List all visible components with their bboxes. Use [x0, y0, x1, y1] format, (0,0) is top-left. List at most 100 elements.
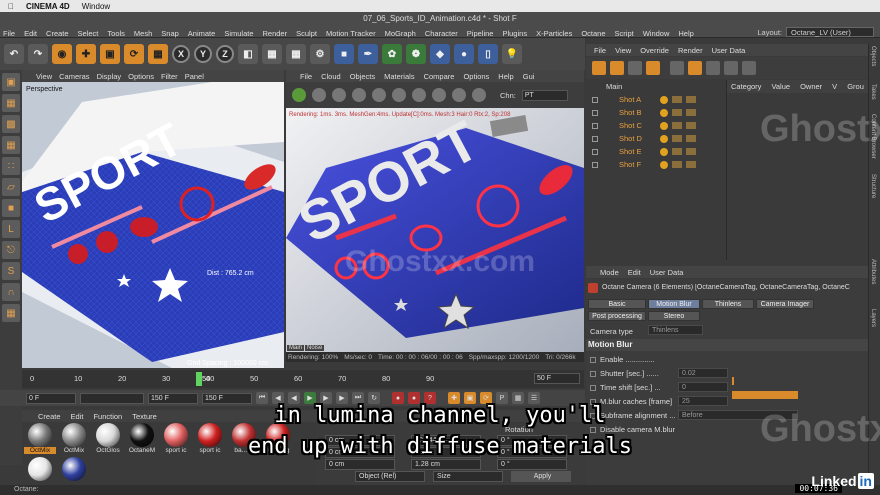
menu-animate[interactable]: Animate: [188, 29, 216, 38]
take-row[interactable]: Shot E: [586, 145, 726, 158]
viewport-menu-display[interactable]: Display: [97, 72, 122, 81]
check-icon[interactable]: [660, 134, 668, 143]
right-tab-structure[interactable]: Structure: [870, 174, 876, 198]
takes-clapper4-icon[interactable]: [742, 61, 756, 75]
range-end-field[interactable]: 150 F: [148, 392, 198, 404]
render-picture-viewer-icon[interactable]: ▦: [286, 44, 306, 64]
timeline[interactable]: 50 F 0 10 20 30 40 50 60 70 80 90 50: [22, 370, 584, 388]
takes-column[interactable]: Owner: [800, 82, 822, 91]
subdivision-icon[interactable]: ✿: [382, 44, 402, 64]
takes-override-icon[interactable]: [628, 61, 642, 75]
attr-tab-basic[interactable]: Basic: [588, 299, 646, 309]
pick-object-icon[interactable]: [472, 88, 486, 102]
scene-icon[interactable]: ●: [454, 44, 474, 64]
restart-icon[interactable]: [312, 88, 326, 102]
camera-tag-icon[interactable]: [672, 121, 682, 129]
menu-help[interactable]: Help: [678, 29, 693, 38]
enable-axis-icon[interactable]: L: [2, 220, 20, 238]
menu-character[interactable]: Character: [425, 29, 458, 38]
camera-icon[interactable]: ▯: [478, 44, 498, 64]
render-tag-icon[interactable]: [686, 121, 696, 129]
apple-icon[interactable]: : [8, 2, 14, 11]
deformer-icon[interactable]: ◆: [430, 44, 450, 64]
move-icon[interactable]: ✚: [76, 44, 96, 64]
coord-field[interactable]: 0 °: [497, 459, 567, 470]
lock-icon[interactable]: [392, 88, 406, 102]
check-icon[interactable]: [660, 108, 668, 117]
live-viewer-menu-compare[interactable]: Compare: [424, 72, 455, 81]
check-icon[interactable]: [660, 95, 668, 104]
grid-icon[interactable]: ▦: [2, 304, 20, 322]
z-axis-icon[interactable]: Z: [216, 45, 234, 63]
right-tab-objects[interactable]: Objects: [870, 46, 876, 66]
end-frame-field[interactable]: 50 F: [534, 373, 580, 384]
pick-material-icon[interactable]: [452, 88, 466, 102]
takes-column[interactable]: V: [832, 82, 837, 91]
channel-dropdown[interactable]: PT: [521, 89, 568, 101]
right-tab-layers[interactable]: Layers: [870, 309, 876, 327]
menu-select[interactable]: Select: [78, 29, 99, 38]
edges-mode-icon[interactable]: ▱: [2, 178, 20, 196]
coord-field[interactable]: 1.28 cm: [411, 459, 481, 470]
tab-main[interactable]: Main: [287, 345, 305, 351]
coord-field[interactable]: 0 cm: [325, 459, 395, 470]
take-row[interactable]: Shot B: [586, 106, 726, 119]
render-tag-icon[interactable]: [686, 108, 696, 116]
live-selection-icon[interactable]: ◉: [52, 44, 72, 64]
take-checkbox[interactable]: [592, 96, 598, 103]
takes-column[interactable]: Category: [731, 82, 761, 91]
take-checkbox[interactable]: [592, 109, 598, 116]
take-checkbox[interactable]: [592, 148, 598, 155]
live-viewer-menu-materials[interactable]: Materials: [384, 72, 414, 81]
texture-mode-icon[interactable]: ▩: [2, 115, 20, 133]
camera-tag-icon[interactable]: [672, 160, 682, 168]
right-tab-attributes[interactable]: Attributes: [870, 259, 876, 284]
menu-script[interactable]: Script: [615, 29, 634, 38]
menu-tools[interactable]: Tools: [107, 29, 125, 38]
camera-tag-icon[interactable]: [672, 134, 682, 142]
object-menu-user-data[interactable]: User Data: [712, 46, 746, 55]
attributes-menu-edit[interactable]: Edit: [628, 268, 641, 277]
redo-icon[interactable]: ↷: [28, 44, 48, 64]
check-icon[interactable]: [660, 147, 668, 156]
menu-edit[interactable]: Edit: [24, 29, 37, 38]
magnet-icon[interactable]: ∩: [2, 283, 20, 301]
live-viewer-menu-gui[interactable]: Gui: [523, 72, 535, 81]
take-row[interactable]: Shot F: [586, 158, 726, 171]
camera-tag-icon[interactable]: [672, 95, 682, 103]
object-menu-render[interactable]: Render: [678, 46, 703, 55]
make-editable-icon[interactable]: ▣: [2, 73, 20, 91]
takes-clapper3-icon[interactable]: [724, 61, 738, 75]
scale-icon[interactable]: ▣: [100, 44, 120, 64]
recent-tool-icon[interactable]: ▦: [148, 44, 168, 64]
pen-icon[interactable]: ✒: [358, 44, 378, 64]
preview-range-slider[interactable]: [80, 392, 144, 404]
render-tag-icon[interactable]: [686, 147, 696, 155]
apply-button[interactable]: Apply: [511, 471, 571, 482]
object-menu-override[interactable]: Override: [640, 46, 669, 55]
attributes-menu-mode[interactable]: Mode: [600, 268, 619, 277]
window-menu[interactable]: Window: [82, 2, 110, 11]
layout-selector[interactable]: Layout: Octane_LV (User): [757, 27, 874, 37]
layout-dropdown[interactable]: Octane_LV (User): [786, 27, 874, 37]
param-value[interactable]: 0.02: [678, 368, 728, 378]
start-frame-field[interactable]: 0 F: [26, 392, 76, 404]
live-viewer-menu-objects[interactable]: Objects: [350, 72, 375, 81]
param-value[interactable]: 0: [678, 382, 728, 392]
render-tag-icon[interactable]: [686, 134, 696, 142]
attr-tab-motion-blur[interactable]: Motion Blur: [648, 299, 700, 309]
model-mode-icon[interactable]: ▦: [2, 94, 20, 112]
live-viewer-menu-options[interactable]: Options: [463, 72, 489, 81]
live-viewer-menu-help[interactable]: Help: [498, 72, 513, 81]
object-menu-view[interactable]: View: [615, 46, 631, 55]
menu-mograph[interactable]: MoGraph: [385, 29, 416, 38]
pause-icon[interactable]: [332, 88, 346, 102]
menu-file[interactable]: File: [3, 29, 15, 38]
takes-new-icon[interactable]: [610, 61, 624, 75]
render-view-icon[interactable]: ▦: [262, 44, 282, 64]
tab-noise[interactable]: Noise: [305, 345, 325, 351]
viewport-menu-view[interactable]: View: [36, 72, 52, 81]
take-row[interactable]: Shot D: [586, 132, 726, 145]
region-icon[interactable]: [412, 88, 426, 102]
viewport-menu-cameras[interactable]: Cameras: [59, 72, 89, 81]
